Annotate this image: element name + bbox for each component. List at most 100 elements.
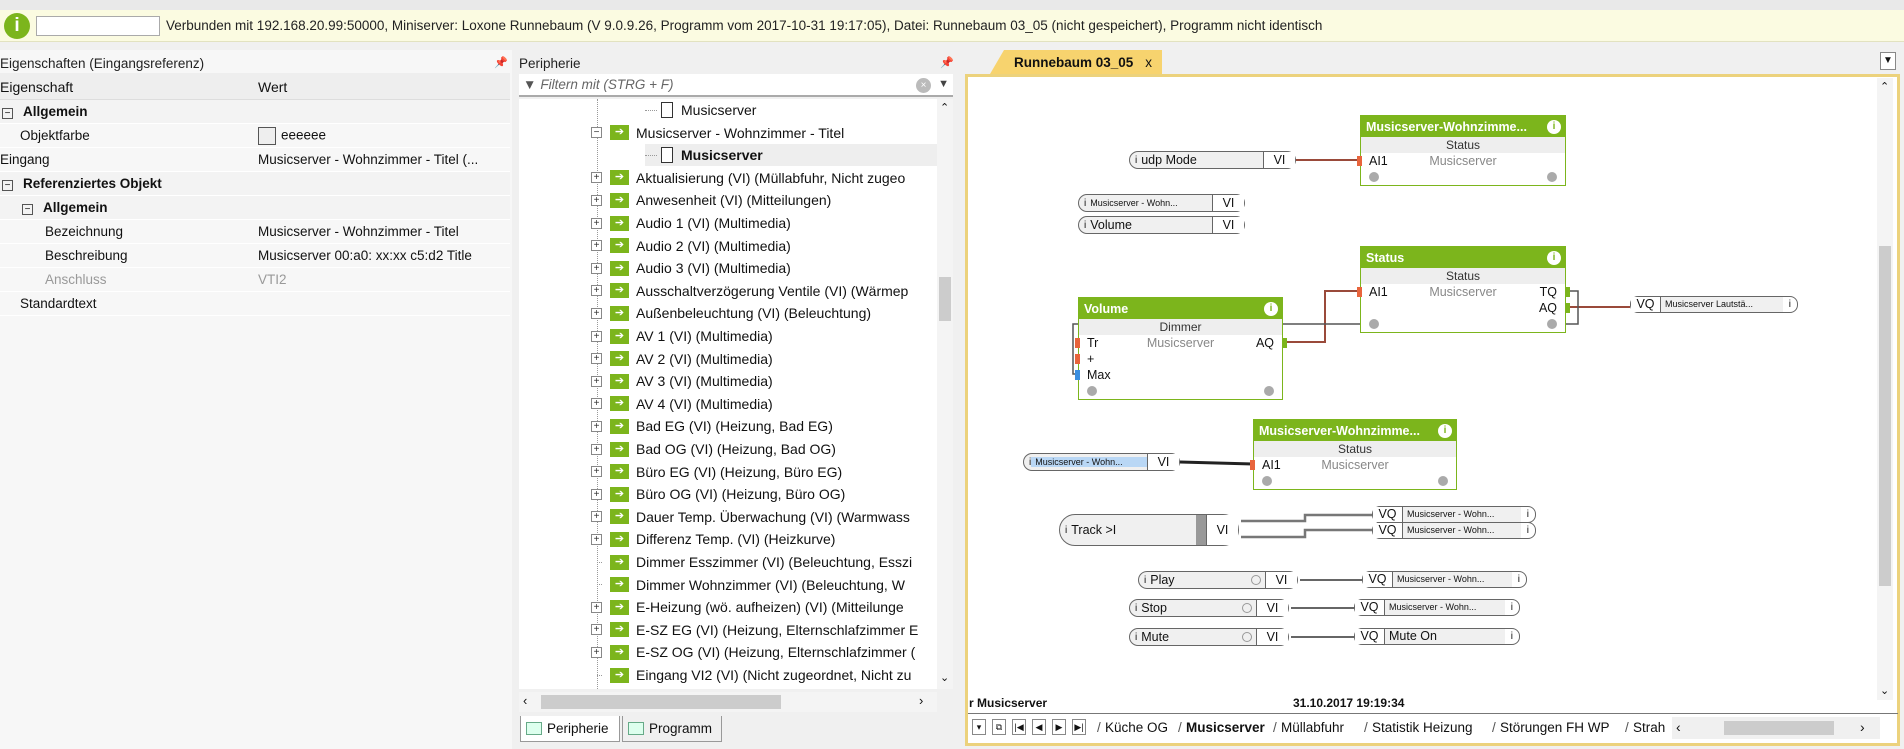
input-reference[interactable]: i Stop VI [1129, 599, 1289, 617]
output-reference-label: Musicserver Lautstä... [1661, 297, 1783, 312]
output-kind: VQ [1373, 523, 1403, 538]
param-circle[interactable] [1087, 386, 1097, 396]
info-icon[interactable]: i [1783, 299, 1797, 310]
input-kind: VI [1256, 629, 1288, 645]
toggle-circle [1242, 603, 1252, 613]
output-connector[interactable] [1565, 287, 1570, 297]
input-reference[interactable]: i Volume VI [1078, 216, 1245, 234]
input-reference[interactable]: i Mute VI [1129, 628, 1289, 646]
info-icon[interactable]: i [1521, 509, 1535, 520]
output-connector[interactable] [1282, 338, 1287, 348]
output-connector[interactable] [1565, 303, 1570, 313]
info-icon[interactable]: i [1547, 250, 1561, 265]
info-icon[interactable]: i [1521, 525, 1535, 536]
output-kind: VQ [1363, 572, 1393, 587]
block-row: Max [1075, 367, 1282, 383]
output-reference[interactable]: VQ Musicserver Lautstä... i [1630, 296, 1798, 313]
input-reference[interactable]: i Track >I VI [1059, 514, 1239, 546]
block-type: Dimmer [1079, 319, 1282, 335]
function-block[interactable]: Musicserver-Wohnzimme... i Status AI1 Musics… [1357, 115, 1566, 186]
block-row: AI1 Musicserver [1357, 153, 1565, 169]
input-reference-label: Stop [1141, 601, 1167, 615]
input-reference[interactable]: i Musicserver - Wohn... VI [1078, 194, 1245, 212]
block-row: AI1 Musicserver [1250, 457, 1456, 473]
info-icon[interactable]: i [1505, 631, 1519, 642]
block-title: Volume [1084, 301, 1129, 316]
block-header: Volume i [1079, 298, 1282, 319]
param-circle[interactable] [1369, 172, 1379, 182]
output-reference-label: Musicserver - Wohn... [1393, 572, 1512, 587]
output-reference-label: Musicserver - Wohn... [1403, 507, 1521, 522]
block-row [1254, 473, 1456, 489]
output-label: AQ [1538, 301, 1557, 315]
block-center-label: Musicserver [1429, 285, 1497, 299]
output-reference-label: Musicserver - Wohn... [1385, 600, 1505, 615]
output-reference[interactable]: VQ Musicserver - Wohn... i [1372, 506, 1536, 523]
info-icon[interactable]: i [1438, 423, 1452, 438]
input-kind: VI [1265, 572, 1297, 588]
output-label: TQ [1539, 285, 1557, 299]
wire[interactable] [1179, 460, 1254, 466]
param-circle[interactable] [1264, 386, 1274, 396]
input-kind: VI [1263, 152, 1295, 168]
wires [1072, 159, 1630, 638]
param-circle[interactable] [1438, 476, 1448, 486]
input-reference-label: Play [1150, 573, 1175, 587]
function-block[interactable]: Volume i Dimmer Tr Musicserver AQ + Max [1075, 297, 1287, 400]
info-icon[interactable]: i [1024, 457, 1031, 468]
input-reference[interactable]: i udp Mode VI [1129, 151, 1296, 169]
input-reference-label: udp Mode [1141, 153, 1197, 167]
info-icon[interactable]: i [1130, 155, 1137, 166]
output-reference-label: Mute On [1385, 629, 1505, 644]
input-reference-label: Musicserver - Wohn... [1031, 457, 1147, 467]
block-row [1361, 169, 1565, 185]
input-connector[interactable] [1075, 370, 1080, 380]
info-icon[interactable]: i [1060, 525, 1067, 536]
input-reference[interactable]: i Play VI [1138, 571, 1298, 589]
info-icon[interactable]: i [1079, 198, 1086, 209]
wire[interactable] [1241, 513, 1372, 523]
block-header: Status i [1361, 247, 1565, 268]
block-header: Musicserver-Wohnzimme... i [1254, 420, 1456, 441]
block-center-label: Musicserver [1146, 336, 1215, 350]
info-icon[interactable]: i [1264, 301, 1278, 316]
block-type: Status [1254, 441, 1456, 457]
input-kind: VI [1212, 217, 1244, 233]
output-reference-label: Musicserver - Wohn... [1403, 523, 1521, 538]
info-icon[interactable]: i [1139, 575, 1146, 586]
input-kind: VI [1147, 454, 1179, 470]
param-circle[interactable] [1369, 319, 1379, 329]
input-reference[interactable]: i Musicserver - Wohn... VI [1023, 453, 1180, 471]
pulse-arrows [1196, 515, 1206, 545]
block-row: AI1 Musicserver TQ [1357, 284, 1570, 300]
input-reference-label: Mute [1141, 630, 1170, 644]
block-title: Status [1366, 250, 1405, 265]
block-type: Status [1361, 137, 1565, 153]
output-kind: VQ [1631, 297, 1661, 312]
toggle-circle [1242, 632, 1252, 642]
info-icon[interactable]: i [1079, 220, 1086, 231]
block-row: + [1075, 351, 1282, 367]
info-icon[interactable]: i [1130, 632, 1137, 643]
info-icon[interactable]: i [1130, 603, 1137, 614]
block-title: Musicserver-Wohnzimme... [1259, 423, 1420, 438]
info-icon[interactable]: i [1505, 602, 1519, 613]
output-reference[interactable]: VQ Mute On i [1354, 628, 1520, 645]
wire[interactable] [1241, 528, 1372, 539]
info-icon[interactable]: i [1547, 119, 1561, 134]
wire[interactable] [1285, 290, 1360, 343]
input-connector[interactable] [1075, 354, 1080, 364]
output-reference[interactable]: VQ Musicserver - Wohn... i [1354, 599, 1520, 616]
info-icon[interactable]: i [1512, 574, 1526, 585]
function-block[interactable]: Musicserver-Wohnzimme... i Status AI1 Musics… [1250, 419, 1457, 490]
param-circle[interactable] [1547, 319, 1557, 329]
block-center-label: Musicserver [1321, 458, 1389, 472]
output-reference[interactable]: VQ Musicserver - Wohn... i [1372, 522, 1536, 539]
param-circle[interactable] [1262, 476, 1272, 486]
param-circle[interactable] [1547, 172, 1557, 182]
function-block[interactable]: Status i Status AI1 Musicserver TQ AQ [1357, 246, 1570, 333]
output-reference[interactable]: VQ Musicserver - Wohn... i [1362, 571, 1527, 588]
output-kind: VQ [1355, 629, 1385, 644]
output-kind: VQ [1355, 600, 1385, 615]
input-reference-label: Volume [1090, 218, 1132, 232]
